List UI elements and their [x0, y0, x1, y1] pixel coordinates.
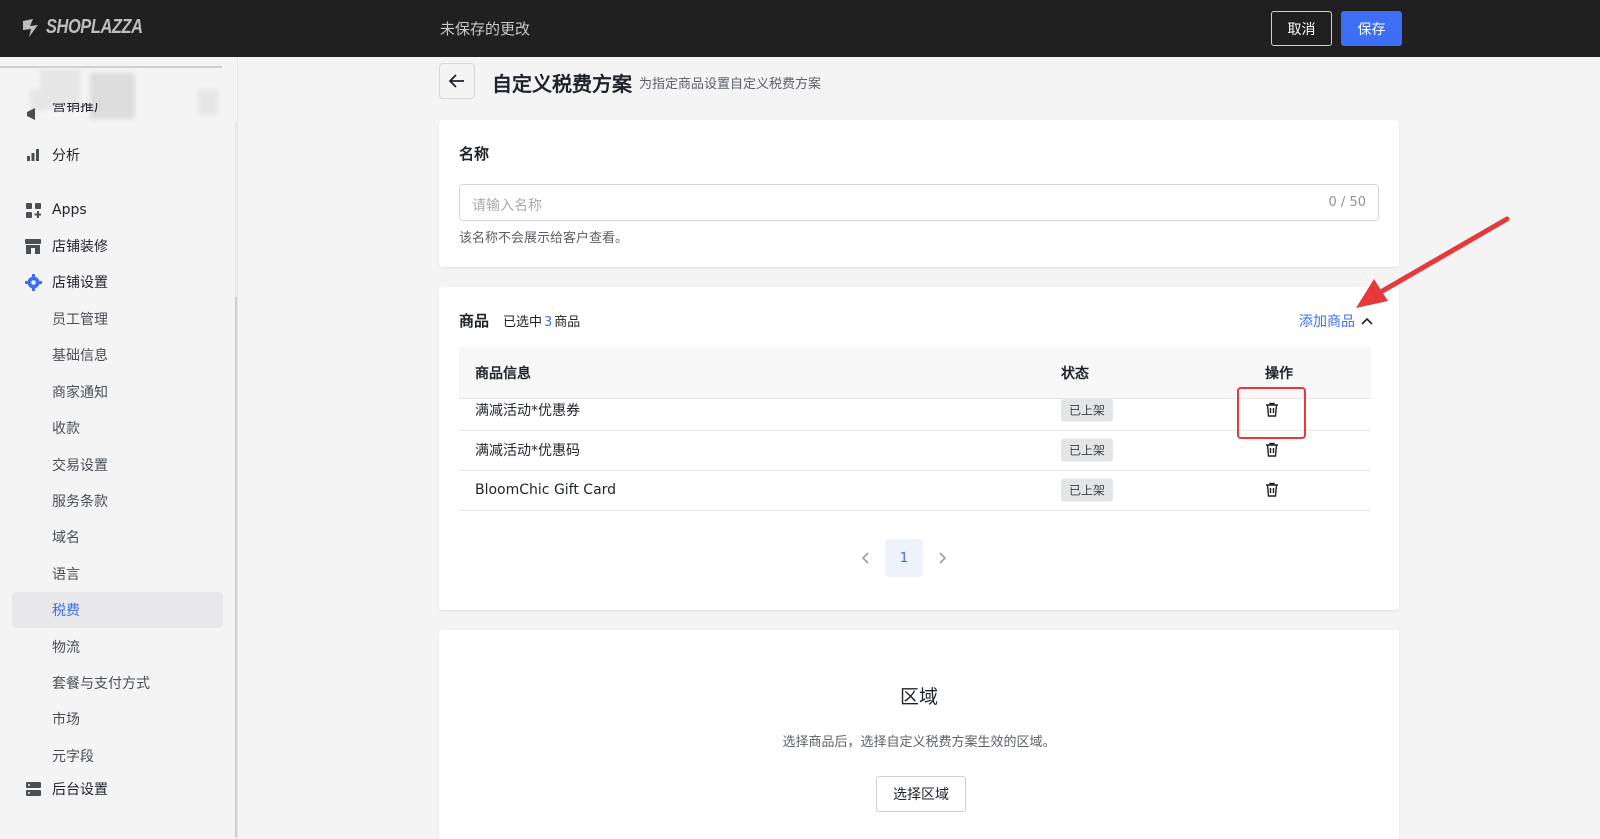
- table-row: 满减活动*优惠码 已上架: [459, 430, 1371, 471]
- logo-text: SHOPLAZZA: [46, 16, 143, 38]
- table-row: BloomChic Gift Card 已上架: [459, 470, 1371, 511]
- sidebar-item-admin-settings[interactable]: 后台设置: [24, 774, 108, 804]
- region-title: 区域: [899, 686, 938, 708]
- shoplazza-logo[interactable]: SHOPLAZZA: [20, 16, 164, 39]
- product-name: 满减活动*优惠码: [475, 443, 580, 459]
- megaphone-icon: [24, 105, 42, 123]
- sidebar-subitem-staff[interactable]: 员工管理: [12, 301, 223, 337]
- page-subtitle: 为指定商品设置自定义税费方案: [639, 77, 822, 92]
- sidebar-subitem-notifications[interactable]: 商家通知: [12, 374, 223, 410]
- sidebar-subitem-taxes[interactable]: 税费: [12, 592, 223, 628]
- product-name: BloomChic Gift Card: [475, 482, 617, 498]
- region-card: 区域 选择商品后，选择自定义税费方案生效的区域。 选择区域: [439, 630, 1399, 839]
- name-input-placeholder: 请输入名称: [472, 198, 542, 214]
- sidebar-divider: [0, 66, 222, 68]
- bar-chart-icon: [24, 146, 42, 164]
- name-input[interactable]: 请输入名称 0 / 50: [459, 184, 1379, 221]
- chevron-right-icon[interactable]: [939, 552, 947, 564]
- status-badge: 已上架: [1061, 438, 1114, 462]
- char-counter: 0 / 50: [1328, 195, 1366, 210]
- save-button[interactable]: 保存: [1341, 11, 1402, 46]
- sidebar-item-marketing[interactable]: 营销推广: [24, 103, 108, 125]
- annotation-highlight-box: [1237, 387, 1306, 439]
- sidebar-item-store-settings[interactable]: 店铺设置: [24, 267, 108, 297]
- sidebar-subitem-shipping[interactable]: 物流: [12, 629, 223, 665]
- apps-grid-icon: [24, 201, 42, 219]
- sidebar-item-label: 分析: [52, 148, 80, 164]
- cancel-button[interactable]: 取消: [1271, 11, 1332, 46]
- trash-icon[interactable]: [1265, 442, 1281, 458]
- products-card: 商品 已选中 3 商品 添加商品 商品信息 状态 操作 满减活动*优惠券 已上架 满…: [439, 287, 1399, 610]
- products-label: 商品: [459, 312, 490, 330]
- gear-icon: [24, 273, 42, 291]
- column-header-status: 状态: [1061, 365, 1089, 382]
- storefront-icon: [24, 237, 42, 255]
- sidebar-subitem-markets[interactable]: 市场: [12, 701, 223, 737]
- sidebar: 营销推广 分析 Apps 店铺装修 店铺设置 员工管理 基础信息 商家通知 收款…: [0, 57, 238, 839]
- unsaved-changes-text: 未保存的更改: [440, 20, 531, 38]
- sidebar-subitem-checkout[interactable]: 交易设置: [12, 447, 223, 483]
- sidebar-subitem-terms[interactable]: 服务条款: [12, 483, 223, 519]
- sidebar-item-apps[interactable]: Apps: [24, 195, 87, 225]
- sidebar-scrollbar-thumb[interactable]: [235, 297, 237, 837]
- sidebar-subitem-plans[interactable]: 套餐与支付方式: [12, 665, 223, 701]
- sidebar-item-label: Apps: [52, 202, 87, 218]
- sidebar-subitem-metafields[interactable]: 元字段: [12, 738, 223, 774]
- sidebar-item-label: 后台设置: [52, 782, 108, 798]
- pagination: 1: [861, 539, 947, 577]
- table-row: 满减活动*优惠券 已上架: [459, 390, 1371, 431]
- chevron-up-icon[interactable]: [1361, 317, 1373, 325]
- select-region-button[interactable]: 选择区域: [876, 776, 966, 812]
- selected-count-text: 已选中 3 商品: [503, 315, 581, 330]
- sidebar-item-store-design[interactable]: 店铺装修: [24, 231, 108, 261]
- name-hint: 该名称不会展示给客户查看。: [459, 231, 629, 246]
- back-button[interactable]: [439, 63, 475, 99]
- chevron-left-icon[interactable]: [861, 552, 869, 564]
- selected-count: 3: [544, 315, 553, 330]
- sidebar-subitem-payments[interactable]: 收款: [12, 410, 223, 446]
- sidebar-subitem-languages[interactable]: 语言: [12, 556, 223, 592]
- product-name: 满减活动*优惠券: [475, 403, 580, 419]
- name-label: 名称: [459, 145, 490, 163]
- sidebar-item-label: 店铺装修: [52, 239, 108, 255]
- page-number-button[interactable]: 1: [885, 539, 923, 577]
- status-badge: 已上架: [1061, 478, 1114, 502]
- shoplazza-logo-icon: [23, 18, 38, 37]
- arrow-left-icon: [449, 74, 464, 88]
- top-bar: SHOPLAZZA 未保存的更改 取消 保存: [0, 0, 1600, 57]
- column-header-actions: 操作: [1265, 365, 1293, 382]
- name-card: 名称 请输入名称 0 / 50 该名称不会展示给客户查看。: [439, 120, 1399, 267]
- region-description: 选择商品后，选择自定义税费方案生效的区域。: [782, 735, 1056, 750]
- annotation-arrow-icon: [1356, 216, 1510, 308]
- page-title: 自定义税费方案: [492, 72, 632, 96]
- sidebar-subitem-basic-info[interactable]: 基础信息: [12, 337, 223, 373]
- sidebar-subitem-domains[interactable]: 域名: [12, 519, 223, 555]
- server-icon: [24, 780, 42, 798]
- sidebar-item-label: 营销推广: [52, 103, 108, 115]
- trash-icon[interactable]: [1265, 482, 1281, 498]
- sidebar-item-analytics[interactable]: 分析: [24, 140, 80, 170]
- sidebar-item-label: 店铺设置: [52, 275, 108, 291]
- column-header-product: 商品信息: [475, 365, 531, 382]
- status-badge: 已上架: [1061, 398, 1114, 422]
